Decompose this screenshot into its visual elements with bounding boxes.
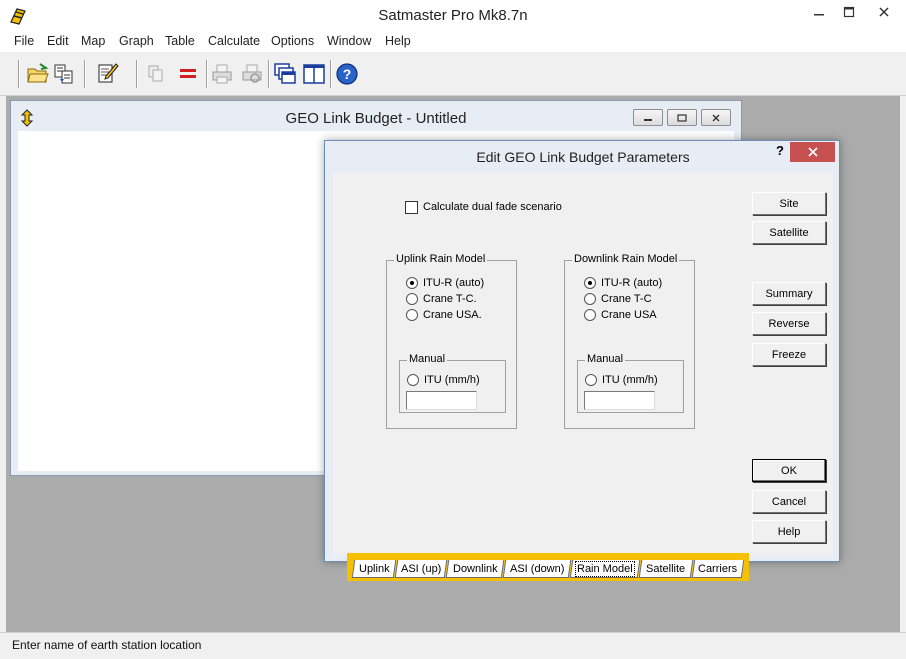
uplink-manual-caption: Manual xyxy=(407,353,448,365)
uplink-option-label: Crane T-C. xyxy=(423,293,477,305)
copy-icon[interactable] xyxy=(142,60,170,88)
uplink-rain-model-group: Uplink Rain Model ITU-R (auto) Crane T-C… xyxy=(386,253,517,429)
downlink-group-caption: Downlink Rain Model xyxy=(572,253,680,265)
menu-table[interactable]: Table xyxy=(165,34,195,48)
downlink-manual-group: Manual ITU (mm/h) xyxy=(577,353,684,413)
uplink-option-label: ITU-R (auto) xyxy=(423,277,485,289)
uplink-radio-itu-r[interactable] xyxy=(406,277,418,289)
menu-edit[interactable]: Edit xyxy=(47,34,69,48)
dialog-client-area: Calculate dual fade scenario Uplink Rain… xyxy=(333,172,833,581)
toolbar: ? xyxy=(0,52,906,96)
toolbar-separator xyxy=(18,60,20,88)
dialog-close-button[interactable] xyxy=(790,142,835,162)
menu-graph[interactable]: Graph xyxy=(119,34,154,48)
edit-link-budget-dialog: Edit GEO Link Budget Parameters ? Calcul… xyxy=(324,140,840,581)
child-close-button[interactable] xyxy=(701,109,731,126)
summary-button[interactable]: Summary xyxy=(752,282,826,305)
downlink-option-label: Crane USA xyxy=(601,309,657,321)
menu-file[interactable]: File xyxy=(14,34,34,48)
window-frame-right xyxy=(900,96,906,632)
help-button[interactable]: Help xyxy=(752,520,826,543)
downlink-radio-itu-r[interactable] xyxy=(584,277,596,289)
svg-text:?: ? xyxy=(343,66,352,82)
tab-uplink[interactable]: Uplink xyxy=(351,560,397,578)
toolbar-separator xyxy=(268,60,270,88)
dialog-title: Edit GEO Link Budget Parameters xyxy=(476,149,690,165)
menu-help[interactable]: Help xyxy=(385,34,411,48)
status-bar: Enter name of earth station location xyxy=(0,632,906,659)
uplink-option-label: Crane USA. xyxy=(423,309,482,321)
tab-downlink[interactable]: Downlink xyxy=(445,560,505,578)
open-folder-icon[interactable] xyxy=(24,60,52,88)
downlink-manual-option-label: ITU (mm/h) xyxy=(602,374,658,386)
app-title: Satmaster Pro Mk8.7n xyxy=(378,7,528,24)
edit-notepad-icon[interactable] xyxy=(94,60,122,88)
maximize-button[interactable] xyxy=(836,0,862,24)
uplink-group-caption: Uplink Rain Model xyxy=(394,253,488,265)
help-icon[interactable]: ? xyxy=(333,60,361,88)
tab-label: Rain Model xyxy=(575,560,635,577)
menu-window[interactable]: Window xyxy=(327,34,371,48)
equals-icon[interactable] xyxy=(174,60,202,88)
menu-calculate[interactable]: Calculate xyxy=(208,34,260,48)
toolbar-separator xyxy=(84,60,86,88)
downlink-radio-crane-usa[interactable] xyxy=(584,309,596,321)
ok-button[interactable]: OK xyxy=(752,459,826,482)
app-titlebar: Satmaster Pro Mk8.7n xyxy=(0,0,906,32)
dual-fade-label: Calculate dual fade scenario xyxy=(423,201,562,213)
uplink-radio-manual-itu[interactable] xyxy=(407,374,419,386)
toolbar-separator xyxy=(330,60,332,88)
menu-map[interactable]: Map xyxy=(81,34,105,48)
downlink-radio-manual-itu[interactable] xyxy=(585,374,597,386)
toolbar-separator xyxy=(136,60,138,88)
status-text: Enter name of earth station location xyxy=(12,638,202,652)
uplink-manual-rain-input[interactable] xyxy=(406,391,477,410)
uplink-radio-crane-tc[interactable] xyxy=(406,293,418,305)
dual-fade-checkbox[interactable] xyxy=(405,201,418,214)
menu-options[interactable]: Options xyxy=(271,34,314,48)
tab-label: Downlink xyxy=(452,562,498,575)
downlink-manual-caption: Manual xyxy=(585,353,626,365)
tab-label: Carriers xyxy=(698,562,738,575)
downlink-radio-crane-tc[interactable] xyxy=(584,293,596,305)
minimize-button[interactable] xyxy=(806,0,832,24)
tab-label: Satellite xyxy=(646,562,686,575)
print-preview-icon[interactable] xyxy=(238,60,266,88)
tile-windows-icon[interactable] xyxy=(300,60,328,88)
tab-label: ASI (down) xyxy=(509,562,565,575)
downlink-rain-model-group: Downlink Rain Model ITU-R (auto) Crane T… xyxy=(564,253,695,429)
dialog-help-button[interactable]: ? xyxy=(769,143,791,163)
reverse-button[interactable]: Reverse xyxy=(752,312,826,335)
import-icon[interactable] xyxy=(50,60,78,88)
cancel-button[interactable]: Cancel xyxy=(752,490,826,513)
satellite-button[interactable]: Satellite xyxy=(752,221,826,244)
tab-label: Uplink xyxy=(358,562,390,575)
print-icon[interactable] xyxy=(208,60,236,88)
site-button[interactable]: Site xyxy=(752,192,826,215)
child-minimize-button[interactable] xyxy=(633,109,663,126)
tab-asi-down[interactable]: ASI (down) xyxy=(502,560,572,578)
uplink-manual-group: Manual ITU (mm/h) xyxy=(399,353,506,413)
cascade-windows-icon[interactable] xyxy=(271,60,299,88)
uplink-manual-option-label: ITU (mm/h) xyxy=(424,374,480,386)
downlink-option-label: Crane T-C xyxy=(601,293,652,305)
child-maximize-button[interactable] xyxy=(667,109,697,126)
menu-bar: File Edit Map Graph Table Calculate Opti… xyxy=(0,32,906,52)
close-button[interactable] xyxy=(866,0,902,24)
tab-strip: Uplink ASI (up) Downlink ASI (down) Rain… xyxy=(347,553,749,581)
child-window-title: GEO Link Budget - Untitled xyxy=(285,110,467,127)
uplink-radio-crane-usa[interactable] xyxy=(406,309,418,321)
freeze-button[interactable]: Freeze xyxy=(752,343,826,366)
tab-label: ASI (up) xyxy=(400,562,442,575)
tab-satellite[interactable]: Satellite xyxy=(638,560,694,578)
tab-asi-up[interactable]: ASI (up) xyxy=(394,560,448,578)
downlink-manual-rain-input[interactable] xyxy=(584,391,655,410)
tab-carriers[interactable]: Carriers xyxy=(691,560,745,578)
tab-rain-model[interactable]: Rain Model xyxy=(569,560,641,578)
downlink-option-label: ITU-R (auto) xyxy=(601,277,663,289)
